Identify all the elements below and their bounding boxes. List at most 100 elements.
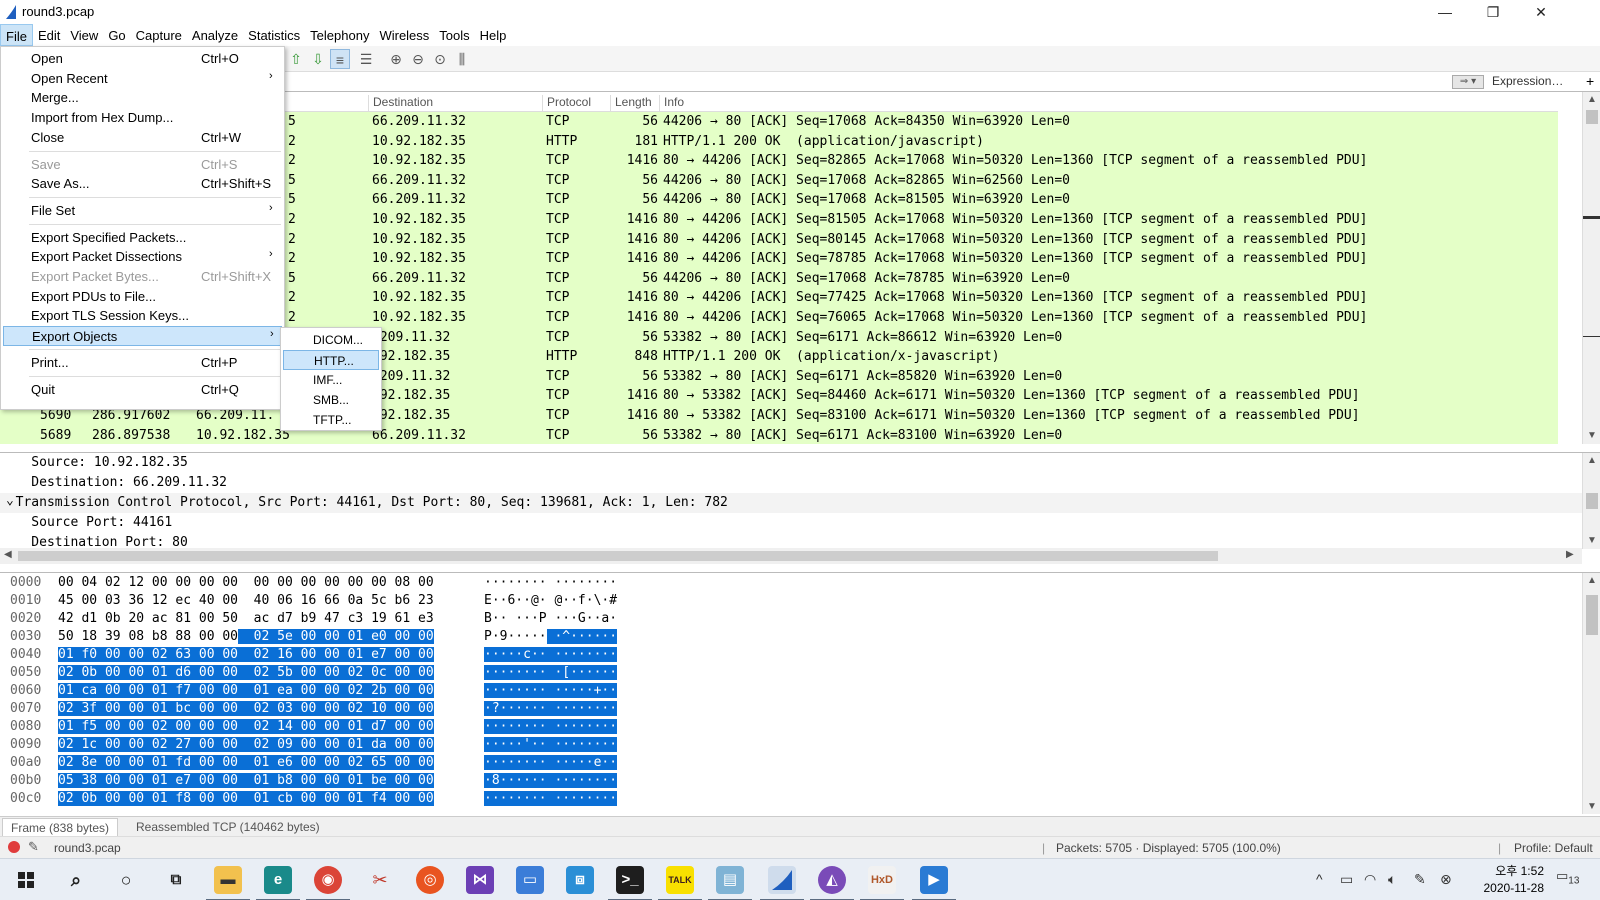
visual-studio-purple-icon[interactable]: ◭ — [810, 866, 854, 900]
menu-statistics[interactable]: Statistics — [243, 24, 305, 46]
remote-desktop-icon[interactable]: ▭ — [516, 866, 544, 894]
pen-icon[interactable]: ✎ — [1414, 871, 1426, 888]
scroll-left-icon[interactable]: ◀ — [4, 549, 12, 560]
file-menu-item-merge[interactable]: Merge... — [3, 88, 282, 108]
column-protocol[interactable]: Protocol — [542, 95, 591, 111]
wifi-icon[interactable]: ◠ — [1364, 871, 1376, 888]
edit-comment-icon[interactable]: ✎ — [28, 839, 39, 855]
column-length[interactable]: Length — [610, 95, 652, 111]
menu-analyze[interactable]: Analyze — [187, 24, 243, 46]
bytes-scrollbar[interactable]: ▲ ▼ — [1582, 573, 1600, 814]
detail-line[interactable]: Source Port: 44161 — [0, 513, 1582, 533]
column-info[interactable]: Info — [659, 95, 684, 111]
details-horizontal-scrollbar[interactable]: ◀ ▶ — [0, 548, 1582, 564]
battery-icon[interactable]: ▭ — [1340, 871, 1353, 888]
detail-line-tcp[interactable]: ⌄ Transmission Control Protocol, Src Por… — [0, 493, 1582, 513]
file-menu-item-export-packet-bytes[interactable]: Export Packet Bytes... Ctrl+Shift+X — [3, 267, 282, 287]
autoscroll-icon[interactable]: ≡ — [330, 49, 350, 69]
ubuntu-icon[interactable]: ◎ — [416, 866, 444, 894]
file-menu-item-quit[interactable]: Quit Ctrl+Q — [3, 380, 282, 400]
volume-icon[interactable]: 🔈︎ — [1388, 871, 1396, 888]
add-filter-button[interactable]: + — [1586, 73, 1594, 89]
file-menu-item-export-objects[interactable]: Export Objects › — [3, 326, 282, 347]
submenu-tftp[interactable]: TFTP... — [283, 410, 379, 430]
search-icon[interactable]: ⌕ — [62, 866, 90, 894]
tab-frame[interactable]: Frame (838 bytes) — [2, 818, 119, 836]
go-first-packet-icon[interactable]: ⇧ — [286, 49, 306, 69]
menu-capture[interactable]: Capture — [131, 24, 187, 46]
ime-icon[interactable]: ⊗ — [1440, 871, 1452, 888]
file-menu-item-print[interactable]: Print... Ctrl+P — [3, 353, 282, 373]
minimize-button[interactable]: — — [1422, 0, 1468, 24]
status-profile[interactable]: Profile: Default — [1514, 841, 1593, 855]
submenu-http[interactable]: HTTP... — [283, 350, 379, 370]
file-menu-item-close[interactable]: Close Ctrl+W — [3, 128, 282, 148]
snipping-icon[interactable]: ✂ — [366, 866, 394, 894]
scroll-down-icon[interactable]: ▼ — [1583, 428, 1600, 444]
scroll-thumb[interactable] — [1586, 595, 1598, 635]
detail-line[interactable]: Source: 10.92.182.35 — [0, 453, 1582, 473]
network-icon[interactable]: ⧈ — [566, 866, 594, 894]
menu-file[interactable]: File — [0, 24, 33, 46]
menu-telephony[interactable]: Telephony — [305, 24, 374, 46]
details-scrollbar[interactable]: ▲ ▼ — [1582, 453, 1600, 549]
file-menu-item-save[interactable]: Save Ctrl+S — [3, 155, 282, 175]
packet-list-scrollbar[interactable]: ▲ ▼ — [1582, 92, 1600, 444]
chrome-icon[interactable]: ◉ — [306, 866, 350, 900]
cortana-icon[interactable]: ○ — [112, 866, 140, 894]
scroll-down-icon[interactable]: ▼ — [1583, 799, 1600, 814]
notification-icon[interactable]: ▭13 — [1556, 868, 1579, 887]
scroll-up-icon[interactable]: ▲ — [1583, 453, 1600, 469]
file-menu-item-open[interactable]: Open Ctrl+O — [3, 49, 282, 69]
scroll-thumb[interactable] — [1586, 110, 1598, 124]
colorize-icon[interactable]: ☰ — [356, 49, 376, 69]
zoom-out-icon[interactable]: ⊖ — [408, 49, 428, 69]
go-last-packet-icon[interactable]: ⇩ — [308, 49, 328, 69]
file-menu-item-export-specified-packets[interactable]: Export Specified Packets... — [3, 228, 282, 248]
file-menu-item-save-as[interactable]: Save As... Ctrl+Shift+S — [3, 174, 282, 194]
file-menu-item-import-from-hex-dump[interactable]: Import from Hex Dump... — [3, 108, 282, 128]
maximize-button[interactable]: ❐ — [1470, 0, 1516, 24]
resize-columns-icon[interactable]: ⫼ — [452, 49, 472, 69]
scroll-thumb[interactable] — [1586, 493, 1598, 509]
zoom-in-icon[interactable]: ⊕ — [386, 49, 406, 69]
menu-help[interactable]: Help — [475, 24, 512, 46]
file-menu-item-export-tls-session-keys[interactable]: Export TLS Session Keys... — [3, 306, 282, 326]
scroll-up-icon[interactable]: ▲ — [1583, 573, 1600, 589]
scroll-down-icon[interactable]: ▼ — [1583, 533, 1600, 549]
menu-edit[interactable]: Edit — [33, 24, 65, 46]
tab-reassembled-tcp[interactable]: Reassembled TCP (140462 bytes) — [128, 818, 328, 836]
task-view-icon[interactable]: ⧉ — [162, 866, 190, 894]
visual-studio-icon[interactable]: ⋈ — [466, 866, 494, 894]
apply-filter-arrow-icon[interactable]: ⇒ ▾ — [1452, 75, 1484, 89]
file-menu-item-export-pdus-to-file[interactable]: Export PDUs to File... — [3, 287, 282, 307]
submenu-imf[interactable]: IMF... — [283, 370, 379, 390]
taskbar-clock[interactable]: 오후 1:52 2020-11-28 — [1468, 863, 1545, 897]
scroll-thumb[interactable] — [18, 551, 1218, 561]
menu-wireless[interactable]: Wireless — [374, 24, 434, 46]
kakaotalk-icon[interactable]: TALK — [658, 866, 702, 900]
detail-line[interactable]: Destination: 66.209.11.32 — [0, 473, 1582, 493]
edge-icon[interactable]: e — [256, 866, 300, 900]
normal-size-icon[interactable]: ⊙ — [430, 49, 450, 69]
submenu-smb[interactable]: SMB... — [283, 390, 379, 410]
file-menu-item-export-packet-dissections[interactable]: Export Packet Dissections › — [3, 247, 282, 267]
close-button[interactable]: ✕ — [1518, 0, 1564, 24]
scroll-up-icon[interactable]: ▲ — [1583, 92, 1600, 108]
menu-tools[interactable]: Tools — [434, 24, 474, 46]
expression-button[interactable]: Expression… — [1492, 74, 1563, 88]
submenu-dicom[interactable]: DICOM... — [283, 330, 379, 350]
wireshark-icon[interactable] — [760, 866, 804, 900]
notepad-icon[interactable]: ▤ — [708, 866, 752, 900]
tray-chevron-icon[interactable]: ^ — [1316, 871, 1323, 887]
file-menu-item-file-set[interactable]: File Set › — [3, 201, 282, 221]
scroll-right-icon[interactable]: ▶ — [1566, 549, 1574, 560]
menu-view[interactable]: View — [65, 24, 103, 46]
windows-start-icon[interactable] — [12, 866, 40, 894]
packet-row[interactable]: 5689 286.897538 10.92.182.35 66.209.11.32 TC… — [0, 425, 1558, 444]
file-explorer-icon[interactable]: ▬ — [206, 866, 250, 900]
media-player-icon[interactable]: ▶ — [912, 866, 956, 900]
terminal-icon[interactable]: >_ — [608, 866, 652, 900]
menu-go[interactable]: Go — [103, 24, 130, 46]
hxd-icon[interactable]: HxD — [860, 866, 904, 900]
